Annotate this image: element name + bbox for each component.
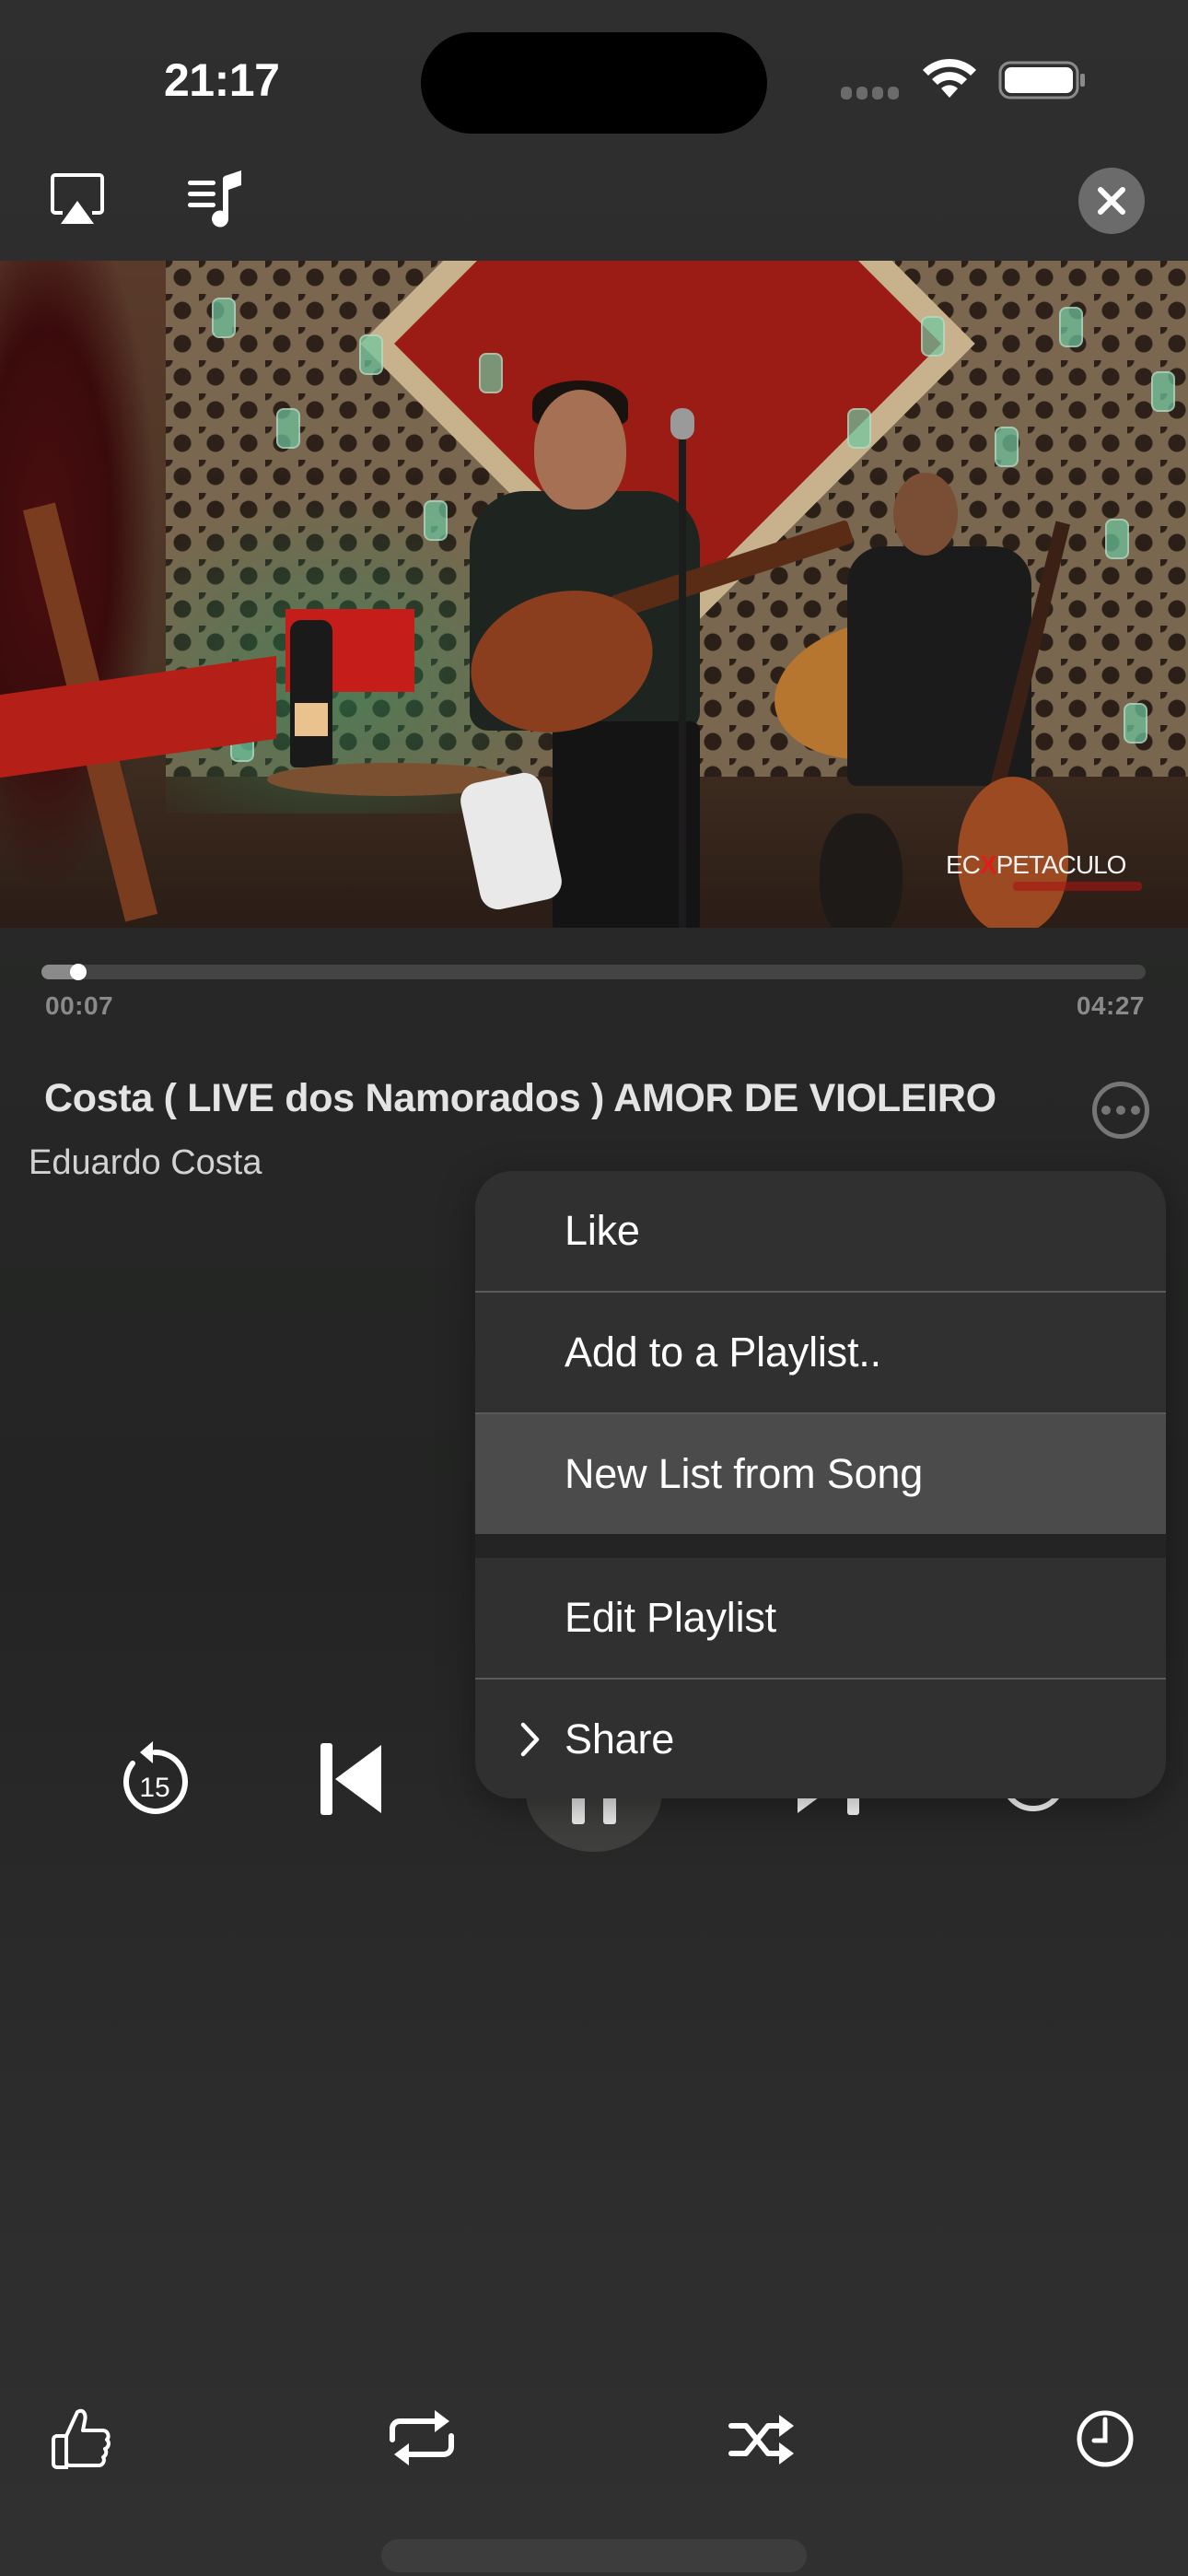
- menu-item-like[interactable]: Like: [475, 1171, 1166, 1291]
- elapsed-time: 00:07: [45, 991, 114, 1020]
- shuffle-button[interactable]: [728, 2409, 798, 2470]
- song-title-marquee: Costa ( LIVE dos Namorados ) AMOR DE VIO…: [0, 1069, 1050, 1142]
- chevron-right-icon: [520, 1722, 540, 1757]
- dynamic-island: [421, 32, 767, 134]
- airplay-icon: [51, 173, 104, 224]
- clock-icon: [1077, 2410, 1134, 2467]
- menu-section-gap: [475, 1534, 1166, 1558]
- repeat-button[interactable]: [385, 2405, 459, 2471]
- skip-back-15-button[interactable]: 15: [118, 1739, 192, 1822]
- rewind-15-icon: 15: [123, 1741, 188, 1814]
- total-time: 04:27: [1076, 991, 1145, 1020]
- home-indicator[interactable]: [381, 2539, 807, 2572]
- video-watermark: ECXPETACULO: [946, 850, 1126, 879]
- airplay-button[interactable]: [48, 170, 107, 229]
- menu-item-add-to-playlist[interactable]: Add to a Playlist..: [475, 1293, 1166, 1412]
- menu-item-new-list-from-song[interactable]: New List from Song: [475, 1414, 1166, 1534]
- sleep-timer-button[interactable]: [1076, 2406, 1135, 2471]
- cellular-signal-icon: [841, 87, 899, 100]
- status-time: 21:17: [164, 54, 280, 106]
- close-icon: [1098, 187, 1125, 215]
- music-queue-icon: [188, 170, 241, 228]
- close-button[interactable]: [1078, 168, 1145, 234]
- repeat-icon: [390, 2410, 454, 2465]
- previous-track-icon: [320, 1743, 381, 1815]
- previous-track-button[interactable]: [317, 1739, 387, 1819]
- shuffle-icon: [728, 2415, 794, 2465]
- video-player[interactable]: ECXPETACULO: [0, 261, 1188, 928]
- artist-name: Eduardo Costa: [29, 1143, 262, 1182]
- queue-button[interactable]: [186, 169, 247, 229]
- song-title: Costa ( LIVE dos Namorados ) AMOR DE VIO…: [44, 1076, 996, 1120]
- more-options-button[interactable]: [1092, 1082, 1149, 1139]
- like-button[interactable]: [50, 2405, 114, 2471]
- progress-thumb[interactable]: [70, 964, 87, 980]
- menu-item-edit-playlist[interactable]: Edit Playlist: [475, 1558, 1166, 1678]
- battery-icon: [998, 61, 1085, 100]
- thumbs-up-icon: [52, 2408, 111, 2469]
- progress-slider[interactable]: [41, 964, 1146, 980]
- wifi-icon: [923, 58, 976, 98]
- menu-item-share[interactable]: Share: [475, 1680, 1166, 1798]
- context-menu: Like Add to a Playlist.. New List from S…: [475, 1171, 1166, 1798]
- svg-text:15: 15: [139, 1773, 169, 1803]
